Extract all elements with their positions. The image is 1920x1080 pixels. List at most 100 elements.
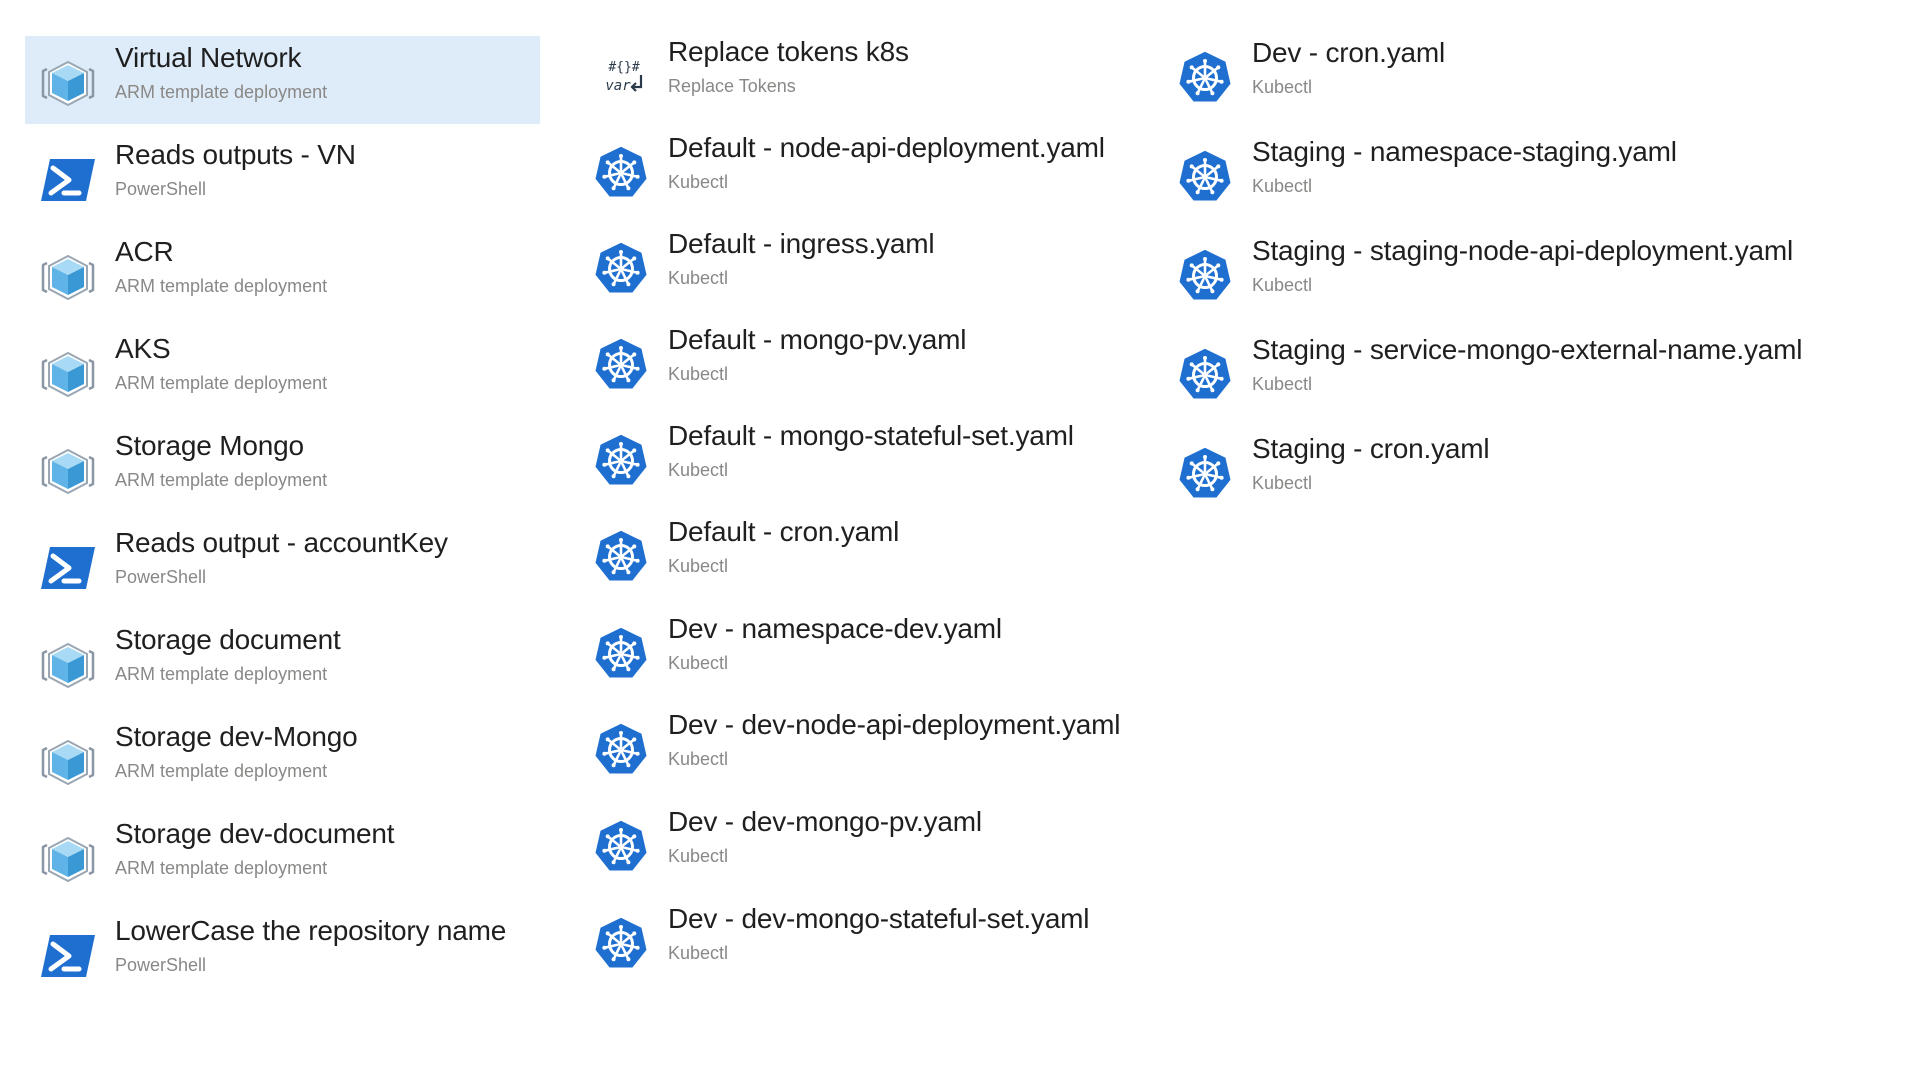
- task-item[interactable]: Dev - cron.yaml Kubectl: [1162, 31, 1882, 119]
- task-type: Kubectl: [668, 268, 729, 288]
- arm-template-icon: [38, 53, 98, 113]
- powershell-icon: [38, 538, 98, 598]
- arm-template-icon: [38, 344, 98, 404]
- task-name: Dev - cron.yaml: [1252, 37, 1446, 68]
- kubernetes-icon: [591, 143, 651, 203]
- task-name: Reads outputs - VN: [115, 139, 356, 170]
- task-item[interactable]: Dev - dev-mongo-pv.yaml Kubectl: [578, 800, 1138, 888]
- task-name: AKS: [115, 333, 171, 364]
- task-type: Kubectl: [1252, 275, 1313, 295]
- task-name: Reads output - accountKey: [115, 527, 448, 558]
- task-name: Default - node-api-deployment.yaml: [668, 132, 1105, 163]
- task-item[interactable]: Staging - cron.yaml Kubectl: [1162, 427, 1882, 515]
- kubernetes-icon: [1175, 147, 1235, 207]
- task-type: Kubectl: [668, 556, 729, 576]
- powershell-icon: [38, 926, 98, 986]
- task-type: Kubectl: [668, 943, 729, 963]
- task-item[interactable]: Dev - dev-node-api-deployment.yaml Kubec…: [578, 703, 1138, 791]
- task-type: Replace Tokens: [668, 76, 796, 96]
- task-type: Kubectl: [668, 653, 729, 673]
- task-name: Staging - namespace-staging.yaml: [1252, 136, 1677, 167]
- task-type: ARM template deployment: [115, 858, 328, 878]
- task-item[interactable]: Staging - namespace-staging.yaml Kubectl: [1162, 130, 1882, 218]
- task-type: ARM template deployment: [115, 373, 328, 393]
- task-item[interactable]: Reads output - accountKey PowerShell: [25, 521, 540, 609]
- task-item[interactable]: Default - mongo-pv.yaml Kubectl: [578, 318, 1138, 406]
- task-item[interactable]: Staging - staging-node-api-deployment.ya…: [1162, 229, 1882, 317]
- task-item[interactable]: Dev - dev-mongo-stateful-set.yaml Kubect…: [578, 897, 1138, 985]
- task-item[interactable]: Default - mongo-stateful-set.yaml Kubect…: [578, 414, 1138, 502]
- arm-template-icon: [38, 732, 98, 792]
- task-name: Storage dev-Mongo: [115, 721, 358, 752]
- task-name: Dev - namespace-dev.yaml: [668, 613, 1002, 644]
- powershell-icon: [38, 150, 98, 210]
- task-type: ARM template deployment: [115, 470, 328, 490]
- kubernetes-icon: [591, 431, 651, 491]
- kubernetes-icon: [1175, 345, 1235, 405]
- arm-template-icon: [38, 441, 98, 501]
- task-item[interactable]: Dev - namespace-dev.yaml Kubectl: [578, 607, 1138, 695]
- task-item[interactable]: Default - ingress.yaml Kubectl: [578, 222, 1138, 310]
- task-name: Storage document: [115, 624, 341, 655]
- kubernetes-icon: [591, 527, 651, 587]
- task-name: Default - mongo-stateful-set.yaml: [668, 420, 1074, 451]
- task-item[interactable]: Default - node-api-deployment.yaml Kubec…: [578, 126, 1138, 214]
- task-type: ARM template deployment: [115, 276, 328, 296]
- task-type: Kubectl: [668, 460, 729, 480]
- task-name: Staging - service-mongo-external-name.ya…: [1252, 334, 1803, 365]
- task-item[interactable]: Staging - service-mongo-external-name.ya…: [1162, 328, 1882, 416]
- task-name: Staging - staging-node-api-deployment.ya…: [1252, 235, 1794, 266]
- task-item[interactable]: #{}# var Replace tokens k8s Replace Token…: [578, 30, 1138, 118]
- task-item[interactable]: Storage document ARM template deployment: [25, 618, 540, 706]
- task-type: Kubectl: [668, 364, 729, 384]
- task-item[interactable]: LowerCase the repository name PowerShell: [25, 909, 540, 997]
- task-item[interactable]: Reads outputs - VN PowerShell: [25, 133, 540, 221]
- task-type: Kubectl: [668, 172, 729, 192]
- task-name: Default - cron.yaml: [668, 516, 900, 547]
- task-name: ACR: [115, 236, 174, 267]
- task-name: LowerCase the repository name: [115, 915, 507, 946]
- task-list: Virtual Network ARM template deployment …: [0, 0, 1920, 1080]
- task-type: ARM template deployment: [115, 761, 328, 781]
- arm-template-icon: [38, 829, 98, 889]
- kubernetes-icon: [591, 720, 651, 780]
- kubernetes-icon: [591, 914, 651, 974]
- task-type: ARM template deployment: [115, 664, 328, 684]
- task-name: Dev - dev-node-api-deployment.yaml: [668, 709, 1121, 740]
- task-type: Kubectl: [1252, 473, 1313, 493]
- kubernetes-icon: [591, 624, 651, 684]
- svg-text:var: var: [605, 78, 631, 94]
- arm-template-icon: [38, 635, 98, 695]
- task-name: Default - mongo-pv.yaml: [668, 324, 967, 355]
- task-type: Kubectl: [1252, 374, 1313, 394]
- task-type: Kubectl: [1252, 176, 1313, 196]
- kubernetes-icon: [1175, 246, 1235, 306]
- task-item[interactable]: AKS ARM template deployment: [25, 327, 540, 415]
- task-name: Dev - dev-mongo-pv.yaml: [668, 806, 982, 837]
- kubernetes-icon: [591, 239, 651, 299]
- task-item[interactable]: Storage dev-Mongo ARM template deploymen…: [25, 715, 540, 803]
- task-type: PowerShell: [115, 179, 207, 199]
- task-name: Default - ingress.yaml: [668, 228, 935, 259]
- task-name: Storage dev-document: [115, 818, 395, 849]
- arm-template-icon: [38, 247, 98, 307]
- task-item[interactable]: ACR ARM template deployment: [25, 230, 540, 318]
- task-name: Staging - cron.yaml: [1252, 433, 1490, 464]
- task-item[interactable]: Default - cron.yaml Kubectl: [578, 510, 1138, 598]
- task-type: Kubectl: [668, 749, 729, 769]
- kubernetes-icon: [1175, 48, 1235, 108]
- kubernetes-icon: [591, 817, 651, 877]
- kubernetes-icon: [1175, 444, 1235, 504]
- task-item[interactable]: Storage Mongo ARM template deployment: [25, 424, 540, 512]
- task-item[interactable]: Virtual Network ARM template deployment: [25, 36, 540, 124]
- task-name: Replace tokens k8s: [668, 36, 909, 67]
- task-name: Virtual Network: [115, 42, 302, 73]
- kubernetes-icon: [591, 335, 651, 395]
- task-name: Dev - dev-mongo-stateful-set.yaml: [668, 903, 1090, 934]
- task-item[interactable]: Storage dev-document ARM template deploy…: [25, 812, 540, 900]
- replace-tokens-icon: #{}# var: [591, 47, 651, 107]
- task-name: Storage Mongo: [115, 430, 304, 461]
- task-type: Kubectl: [668, 846, 729, 866]
- task-type: PowerShell: [115, 955, 207, 975]
- svg-text:#{}#: #{}#: [608, 60, 639, 75]
